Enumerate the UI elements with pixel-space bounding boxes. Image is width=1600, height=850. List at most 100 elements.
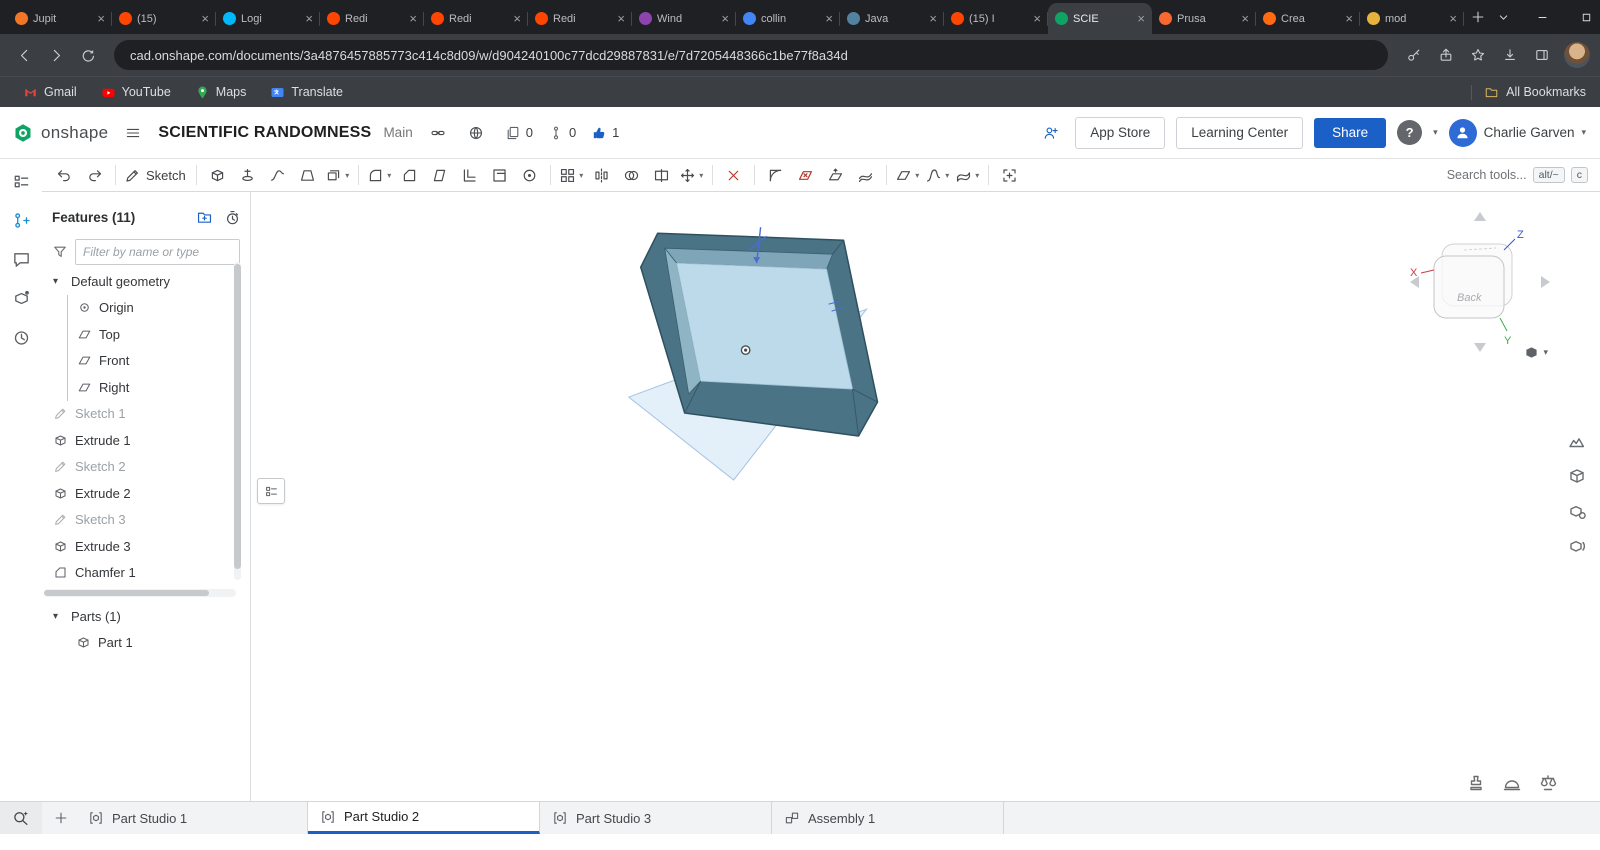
bookmark-gmail[interactable]: Gmail xyxy=(14,82,86,103)
reload-button[interactable] xyxy=(74,41,102,69)
tab-close-icon[interactable]: × xyxy=(929,12,937,25)
fillet-button[interactable]: ▾ xyxy=(365,162,394,188)
feature-filter-input[interactable] xyxy=(75,239,240,265)
parts-list-button[interactable] xyxy=(9,286,33,310)
onshape-home-link[interactable]: onshape xyxy=(12,122,108,144)
split-view-icon[interactable] xyxy=(1528,41,1556,69)
tab-search-button[interactable] xyxy=(1486,0,1520,34)
revolve-button[interactable] xyxy=(233,162,262,188)
history-button[interactable] xyxy=(9,325,33,349)
feature-row[interactable]: Right xyxy=(68,374,250,401)
feature-row[interactable]: Extrude 2 xyxy=(42,480,250,507)
redo-button[interactable] xyxy=(80,162,109,188)
feature-history-icon[interactable] xyxy=(222,207,242,227)
plane-button[interactable]: ▾ xyxy=(893,162,922,188)
chamfer-button[interactable] xyxy=(395,162,424,188)
dropdown-caret-icon[interactable]: ▾ xyxy=(699,171,703,180)
document-tab[interactable]: Part Studio 3 xyxy=(540,802,772,834)
thicken-button[interactable]: ▾ xyxy=(323,162,352,188)
viewcube-arrow-up[interactable] xyxy=(1474,212,1486,221)
model-viewport[interactable]: Back Z X Y ▾ xyxy=(251,192,1600,801)
bottom-search-button[interactable] xyxy=(0,801,42,834)
viewcube-front-face[interactable] xyxy=(1434,256,1504,318)
feature-manager-button[interactable] xyxy=(9,169,33,193)
feature-panel-hscrollbar[interactable] xyxy=(44,589,236,597)
hole-button[interactable] xyxy=(515,162,544,188)
browser-tab[interactable]: (15)× xyxy=(112,3,216,34)
hscroll-thumb[interactable] xyxy=(44,590,209,596)
transform-button[interactable]: ▾ xyxy=(677,162,706,188)
delete-part-button[interactable] xyxy=(719,162,748,188)
all-bookmarks-button[interactable]: All Bookmarks xyxy=(1471,85,1586,100)
dropdown-caret-icon[interactable]: ▾ xyxy=(975,171,979,180)
feature-row[interactable]: Origin xyxy=(68,295,250,322)
side-panel-icon-4[interactable] xyxy=(1564,533,1590,559)
sweep-button[interactable] xyxy=(263,162,292,188)
share-button[interactable]: Share xyxy=(1314,118,1386,148)
view-cube[interactable]: Back Z X Y xyxy=(1404,206,1556,358)
insert-feature-button[interactable] xyxy=(995,162,1024,188)
feature-row[interactable]: Extrude 1 xyxy=(42,427,250,454)
mass-properties-icon[interactable] xyxy=(1536,771,1560,795)
versions-stat[interactable]: 0 xyxy=(548,125,576,141)
browser-tab[interactable]: Jupit× xyxy=(8,3,112,34)
tab-close-icon[interactable]: × xyxy=(97,12,105,25)
invite-collaborators-icon[interactable] xyxy=(1038,120,1064,146)
delete-face-button[interactable] xyxy=(791,162,820,188)
back-button[interactable] xyxy=(10,41,38,69)
side-panel-icon-3[interactable] xyxy=(1564,498,1590,524)
sketch-button[interactable]: Sketch xyxy=(122,162,190,188)
shell-button[interactable] xyxy=(485,162,514,188)
likes-stat[interactable]: 1 xyxy=(591,125,619,141)
feature-row[interactable]: Sketch 1 xyxy=(42,401,250,428)
curve-button[interactable]: ▾ xyxy=(923,162,952,188)
tab-close-icon[interactable]: × xyxy=(721,12,729,25)
parts-group-row[interactable]: ▾Parts (1) xyxy=(42,603,250,630)
public-globe-icon[interactable] xyxy=(463,120,489,146)
comments-button[interactable] xyxy=(9,247,33,271)
rib-button[interactable] xyxy=(455,162,484,188)
add-tab-button[interactable] xyxy=(46,805,76,831)
origin-marker[interactable] xyxy=(741,346,749,354)
share-icon[interactable] xyxy=(1432,41,1460,69)
offset-surface-button[interactable] xyxy=(851,162,880,188)
browser-tab[interactable]: Prusa× xyxy=(1152,3,1256,34)
bookmark-translate[interactable]: Translate xyxy=(261,82,352,103)
tab-close-icon[interactable]: × xyxy=(1137,12,1145,25)
tab-close-icon[interactable]: × xyxy=(1241,12,1249,25)
dropdown-caret-icon[interactable]: ▾ xyxy=(387,171,391,180)
extrude-button[interactable] xyxy=(203,162,232,188)
dropdown-caret-icon[interactable]: ▾ xyxy=(945,171,949,180)
tab-close-icon[interactable]: × xyxy=(825,12,833,25)
dropdown-caret-icon[interactable]: ▾ xyxy=(579,171,583,180)
stamp-icon[interactable] xyxy=(1464,771,1488,795)
main-menu-button[interactable] xyxy=(120,120,146,146)
maximize-button[interactable] xyxy=(1564,0,1600,34)
forward-button[interactable] xyxy=(42,41,70,69)
bookmark-youtube[interactable]: YouTube xyxy=(92,82,180,103)
vscroll-thumb[interactable] xyxy=(234,264,241,569)
tab-close-icon[interactable]: × xyxy=(1449,12,1457,25)
minimize-button[interactable] xyxy=(1520,0,1564,34)
learning-center-button[interactable]: Learning Center xyxy=(1176,117,1303,149)
browser-profile-avatar[interactable] xyxy=(1564,42,1590,68)
browser-tab[interactable]: mod× xyxy=(1360,3,1464,34)
tab-close-icon[interactable]: × xyxy=(617,12,625,25)
dropdown-caret-icon[interactable]: ▾ xyxy=(915,171,919,180)
split-button[interactable] xyxy=(647,162,676,188)
surface-tools-button[interactable]: ▾ xyxy=(953,162,982,188)
create-version-button[interactable] xyxy=(9,208,33,232)
loft-button[interactable] xyxy=(293,162,322,188)
copy-link-icon[interactable] xyxy=(425,120,451,146)
app-store-button[interactable]: App Store xyxy=(1075,117,1165,149)
feature-row[interactable]: Top xyxy=(68,321,250,348)
downloads-icon[interactable] xyxy=(1496,41,1524,69)
document-tab[interactable]: Part Studio 1 xyxy=(76,802,308,834)
modify-fillet-button[interactable] xyxy=(761,162,790,188)
bookmark-star-icon[interactable] xyxy=(1464,41,1492,69)
part-row[interactable]: Part 1 xyxy=(42,630,250,657)
browser-tab[interactable]: collin× xyxy=(736,3,840,34)
dome-icon[interactable] xyxy=(1500,771,1524,795)
search-tools[interactable]: Search tools... alt/~ c xyxy=(1447,167,1592,183)
mirror-button[interactable] xyxy=(587,162,616,188)
